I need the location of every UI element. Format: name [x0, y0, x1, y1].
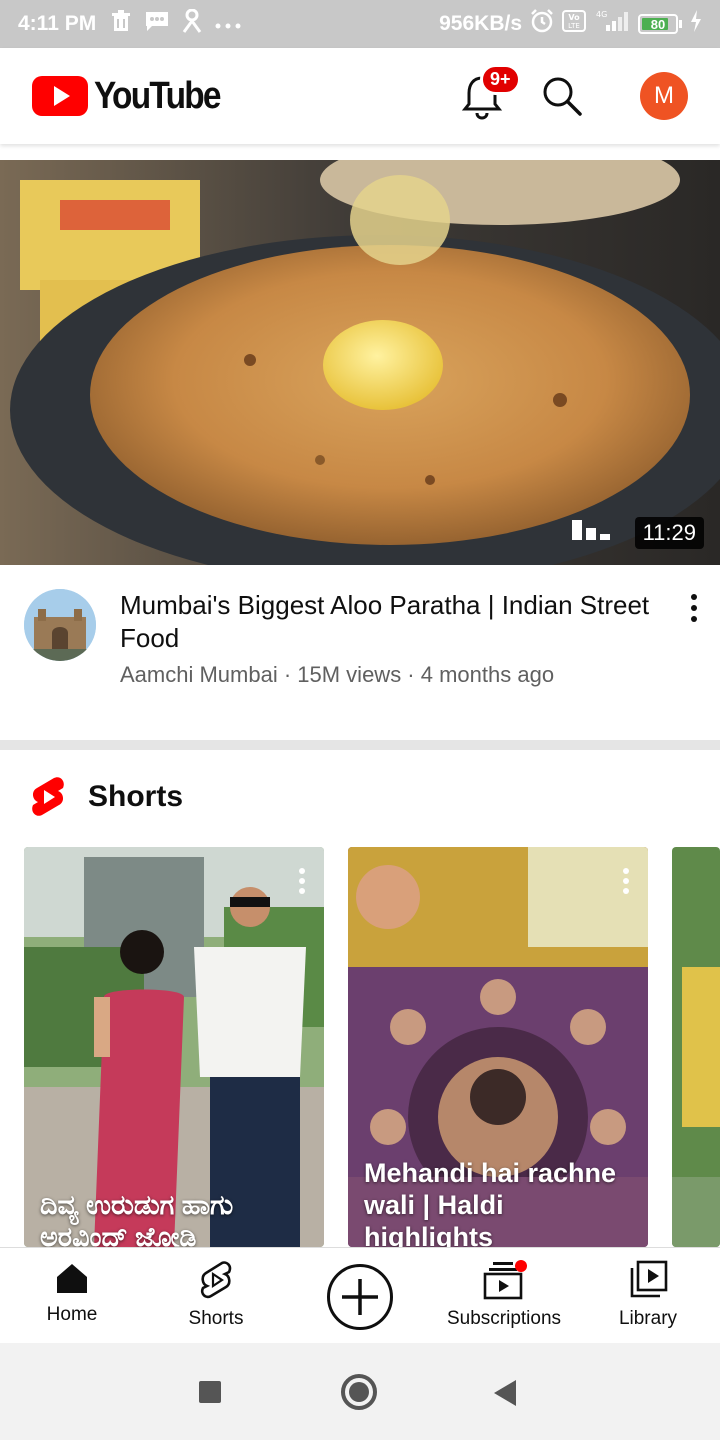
svg-text:4G: 4G	[596, 10, 607, 19]
create-button[interactable]	[327, 1264, 393, 1330]
bottom-navigation: Home Shorts Subscriptions Library	[0, 1247, 720, 1343]
more-vert-icon	[299, 868, 305, 894]
notification-badge: 9+	[480, 64, 521, 95]
video-duration: 11:29	[634, 517, 704, 549]
subscriptions-icon	[483, 1260, 527, 1300]
home-icon	[57, 1264, 87, 1293]
video-title[interactable]: Mumbai's Biggest Aloo Paratha | Indian S…	[120, 589, 660, 655]
person-icon	[182, 8, 202, 39]
nav-shorts[interactable]: Shorts	[144, 1260, 288, 1330]
charging-icon	[690, 10, 702, 38]
short-more-button[interactable]	[622, 867, 630, 895]
status-bar: 4:11 PM 956KB/s Vo LTE 4G 80	[0, 0, 720, 48]
more-options-button[interactable]	[686, 593, 702, 623]
notifications-button[interactable]: 9+	[460, 64, 521, 120]
recents-button[interactable]	[199, 1381, 221, 1403]
svg-text:Vo: Vo	[568, 13, 580, 22]
volte-icon: Vo LTE	[562, 10, 586, 38]
more-notifications-icon	[214, 12, 242, 36]
shorts-icon	[200, 1261, 232, 1299]
home-system-button[interactable]	[341, 1374, 377, 1410]
nav-library-label: Library	[618, 1308, 678, 1329]
back-button[interactable]	[494, 1380, 516, 1406]
video-thumbnail[interactable]: 11:29	[0, 160, 720, 565]
trash-icon	[110, 10, 132, 38]
signal-icon: 4G	[594, 9, 630, 39]
channel-avatar[interactable]	[24, 589, 96, 661]
video-meta[interactable]: Mumbai's Biggest Aloo Paratha | Indian S…	[0, 565, 720, 740]
youtube-play-icon	[32, 76, 88, 116]
more-vert-icon	[691, 594, 697, 622]
short-title: Mehandi hai rachne wali | Haldi highligh…	[364, 1158, 617, 1247]
short-more-button[interactable]	[298, 867, 306, 895]
battery-icon: 80	[638, 14, 682, 34]
search-icon	[543, 77, 582, 116]
more-vert-icon	[623, 868, 629, 894]
short-card[interactable]: ದಿವ್ಯ ಉರುಡುಗ ಹಾಗು ಅರವಿಂದ್ ಜೋಡಿ	[24, 847, 324, 1247]
nav-shorts-label: Shorts	[188, 1308, 244, 1329]
nav-home[interactable]: Home	[0, 1260, 144, 1326]
short-card[interactable]	[672, 847, 720, 1247]
logo-text: YouTube	[94, 74, 222, 117]
gateway-of-india-image	[24, 589, 96, 661]
paratha-thumbnail-image	[0, 160, 720, 565]
section-divider	[0, 740, 720, 750]
system-navigation-bar	[0, 1343, 720, 1440]
now-playing-bars-icon	[572, 520, 614, 545]
nav-library[interactable]: Library	[576, 1260, 720, 1330]
partial-short-thumbnail	[672, 847, 720, 1247]
message-icon	[144, 10, 170, 38]
search-button[interactable]	[538, 72, 586, 120]
app-bar: YouTube 9+ M	[0, 48, 720, 144]
nav-home-label: Home	[46, 1304, 98, 1325]
video-meta-line: Aamchi Mumbai · 15M views · 4 months ago	[120, 662, 555, 687]
account-avatar[interactable]: M	[640, 72, 688, 120]
status-time: 4:11 PM	[18, 12, 97, 35]
shorts-heading: Shorts	[88, 780, 184, 813]
nav-subscriptions[interactable]: Subscriptions	[432, 1260, 576, 1330]
short-title: ದಿವ್ಯ ಉರುಡುಗ ಹಾಗು ಅರವಿಂದ್ ಜೋಡಿ	[40, 1190, 234, 1247]
battery-level: 80	[650, 16, 666, 32]
network-speed: 956KB/s	[439, 12, 522, 35]
shorts-logo-icon	[32, 777, 64, 816]
youtube-logo[interactable]: YouTube	[32, 75, 237, 118]
plus-icon	[342, 1279, 378, 1315]
short-card[interactable]: Mehandi hai rachne wali | Haldi highligh…	[348, 847, 648, 1247]
library-icon	[630, 1260, 668, 1298]
couple-short-thumbnail	[24, 847, 324, 1247]
shorts-header: Shorts	[30, 776, 183, 818]
nav-subscriptions-label: Subscriptions	[446, 1308, 562, 1329]
alarm-icon	[530, 9, 554, 39]
svg-text:LTE: LTE	[568, 22, 580, 30]
